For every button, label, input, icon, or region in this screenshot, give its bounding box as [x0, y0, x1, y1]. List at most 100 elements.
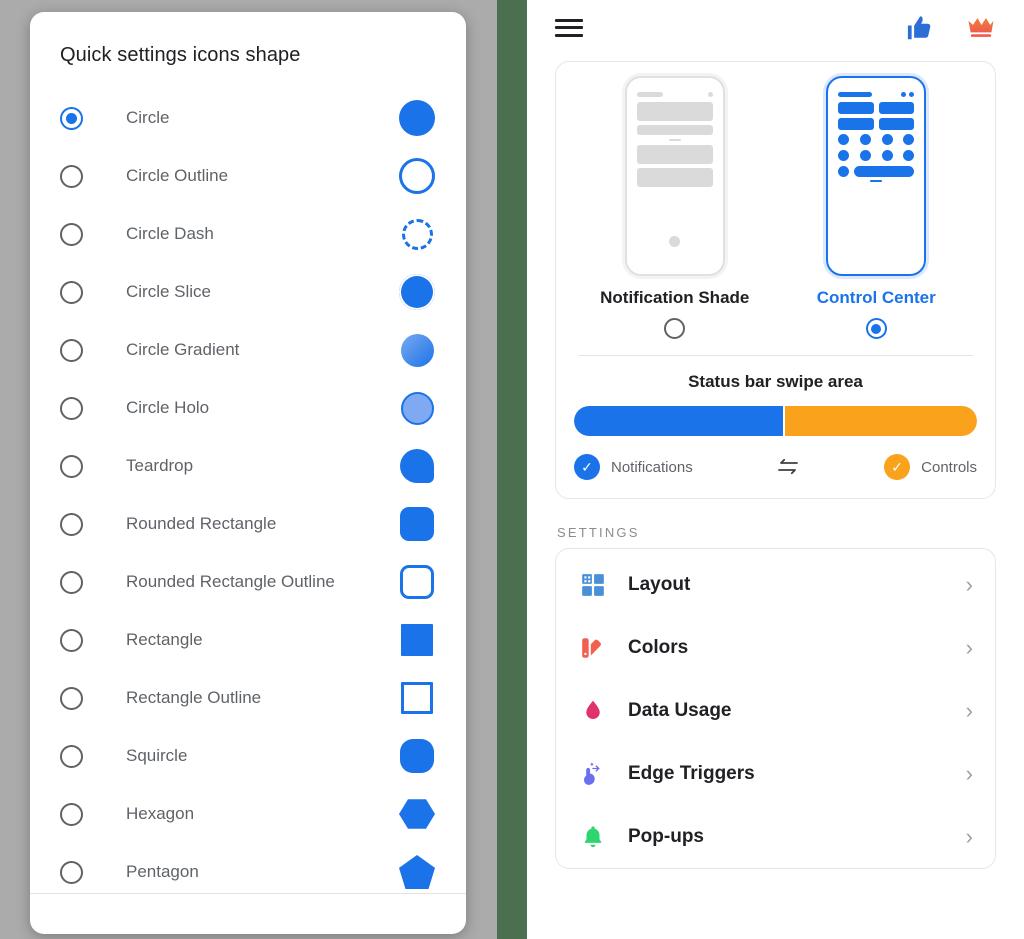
choice-notification-shade[interactable]: Notification Shade	[585, 76, 765, 339]
thumbs-up-icon[interactable]	[906, 13, 936, 43]
crown-icon[interactable]	[966, 13, 996, 43]
swipe-segment-notifications[interactable]	[574, 406, 783, 436]
shape-preview-hexagon	[398, 795, 436, 833]
hamburger-menu-icon[interactable]	[555, 18, 583, 37]
radio-circle[interactable]	[60, 106, 83, 130]
legend-label-controls: Controls	[921, 458, 977, 476]
shape-option-label: Circle	[126, 108, 170, 127]
shape-preview-circle-holo	[398, 389, 436, 427]
preview-notification-card	[636, 102, 713, 121]
shape-option-label: Teardrop	[126, 456, 194, 475]
radio-teardrop[interactable]	[60, 454, 83, 478]
shape-preview-pentagon	[398, 853, 436, 891]
shape-option-list: Circle Circle Outline Circle Dash Circle Sl…	[30, 89, 466, 901]
control-center-preview[interactable]	[826, 76, 927, 276]
shape-option-label: Circle Outline	[126, 166, 229, 185]
radio-rect-outline[interactable]	[60, 686, 83, 710]
legend-controls[interactable]: ✓ Controls	[884, 454, 977, 480]
grid-layout-icon	[578, 570, 608, 600]
rect-outline-swatch-icon	[401, 682, 433, 714]
shape-option-label: Pentagon	[126, 862, 199, 881]
radio-circle-dash[interactable]	[60, 222, 83, 246]
shape-option-rect-outline[interactable]: Rectangle Outline	[30, 669, 466, 727]
shape-preview-round-rect	[398, 505, 436, 543]
top-app-bar	[527, 0, 1024, 55]
shape-option-circle-gradient[interactable]: Circle Gradient	[30, 321, 466, 379]
preview-slider	[854, 166, 915, 177]
shape-option-rect[interactable]: Rectangle	[30, 611, 466, 669]
shape-preview-circle	[398, 99, 436, 137]
radio-circle-slice[interactable]	[60, 280, 83, 304]
preview-toggle	[838, 166, 850, 177]
radio-squircle[interactable]	[60, 744, 83, 768]
squircle-swatch-icon	[400, 739, 434, 773]
hamburger-line	[555, 18, 583, 22]
settings-item-edge-triggers[interactable]: Edge Triggers ›	[556, 742, 995, 805]
dialog-title: Quick settings icons shape	[60, 44, 301, 66]
swipe-area-title: Status bar swipe area	[688, 372, 863, 391]
legend-notifications[interactable]: ✓ Notifications	[574, 454, 693, 480]
check-icon: ✓	[884, 454, 911, 480]
shape-preview-circle-outline	[398, 157, 436, 195]
preview-tile-row	[838, 102, 915, 114]
settings-item-label: Layout	[628, 573, 691, 595]
settings-item-label: Data Usage	[628, 699, 732, 721]
shape-preview-circle-dash	[398, 215, 436, 253]
preview-toggle	[881, 150, 893, 161]
shape-option-circle-slice[interactable]: Circle Slice	[30, 263, 466, 321]
shape-option-squircle[interactable]: Squircle	[30, 727, 466, 785]
rect-swatch-icon	[401, 624, 433, 656]
settings-item-data-usage[interactable]: Data Usage ›	[556, 679, 995, 742]
shape-option-circle-holo[interactable]: Circle Holo	[30, 379, 466, 437]
hexagon-swatch-icon	[399, 799, 435, 829]
swipe-area-slider[interactable]	[574, 406, 977, 436]
quick-settings-shape-dialog: Quick settings icons shape Circle Circle …	[30, 12, 466, 934]
radio-circle-holo[interactable]	[60, 396, 83, 420]
shape-option-label: Rounded Rectangle Outline	[126, 572, 335, 591]
preview-toggle	[838, 150, 850, 161]
radio-pentagon[interactable]	[60, 860, 83, 884]
circle-slice-swatch-icon	[399, 274, 435, 310]
radio-circle-gradient[interactable]	[60, 338, 83, 362]
shape-preview-teardrop	[398, 447, 436, 485]
tap-gesture-icon	[578, 759, 608, 789]
pentagon-swatch-icon	[399, 855, 435, 889]
shape-option-label: Circle Gradient	[126, 340, 240, 359]
choice-control-center[interactable]: Control Center	[786, 76, 966, 339]
shape-option-round-rect[interactable]: Rounded Rectangle	[30, 495, 466, 553]
settings-item-layout[interactable]: Layout ›	[556, 553, 995, 616]
swipe-segment-controls[interactable]	[784, 406, 977, 436]
panel-style-card: Notification Shade Control Center Status…	[555, 61, 996, 499]
shape-option-circle-dash[interactable]: Circle Dash	[30, 205, 466, 263]
shape-option-label: Circle Dash	[126, 224, 214, 243]
shape-option-teardrop[interactable]: Teardrop	[30, 437, 466, 495]
shape-option-round-rect-outline[interactable]: Rounded Rectangle Outline	[30, 553, 466, 611]
shape-option-circle-outline[interactable]: Circle Outline	[30, 147, 466, 205]
swap-arrows-icon[interactable]	[776, 457, 800, 477]
preview-status-bar	[636, 92, 713, 97]
preview-toggle-row	[838, 134, 915, 145]
radio-round-rect-outline[interactable]	[60, 570, 83, 594]
shape-option-hexagon[interactable]: Hexagon	[30, 785, 466, 843]
preview-status-pill	[838, 92, 873, 97]
hamburger-line	[555, 33, 583, 37]
preview-tile	[878, 102, 915, 114]
radio-control-center[interactable]	[865, 318, 887, 339]
settings-item-colors[interactable]: Colors ›	[556, 616, 995, 679]
notification-shade-preview[interactable]	[624, 76, 725, 276]
settings-item-popups[interactable]: Pop-ups ›	[556, 805, 995, 868]
choice-label-control-center: Control Center	[816, 288, 936, 307]
preview-drag-handle	[668, 139, 681, 141]
settings-list: Layout › Colors › Data Usage › Edge Trig…	[555, 548, 996, 869]
choice-label-notification-shade: Notification Shade	[600, 288, 750, 307]
radio-round-rect[interactable]	[60, 512, 83, 536]
radio-circle-outline[interactable]	[60, 164, 83, 188]
shape-option-label: Rectangle Outline	[126, 688, 262, 707]
radio-hexagon[interactable]	[60, 802, 83, 826]
shape-option-label: Rectangle	[126, 630, 203, 649]
radio-rect[interactable]	[60, 628, 83, 652]
backdrop-green-strip	[497, 0, 527, 939]
preview-toggle	[903, 150, 915, 161]
shape-option-circle[interactable]: Circle	[30, 89, 466, 147]
radio-notification-shade[interactable]	[664, 318, 686, 339]
